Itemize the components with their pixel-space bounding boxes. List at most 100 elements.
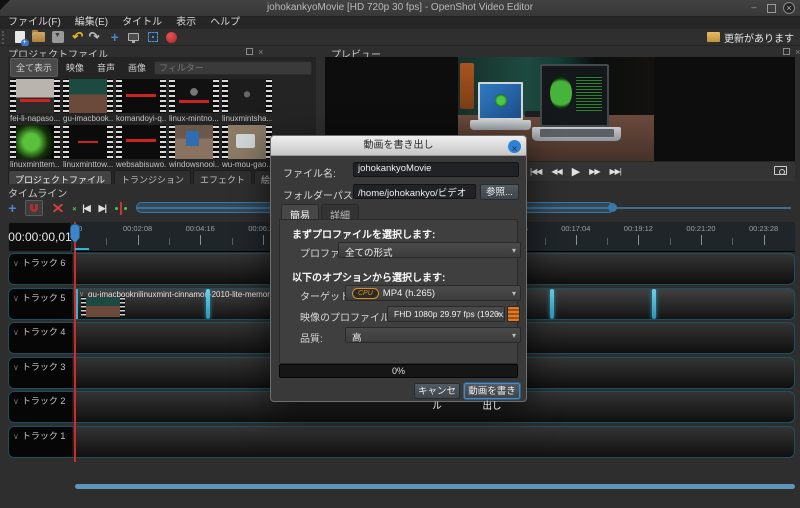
rewind-button[interactable]: ◀◀ (551, 167, 561, 176)
filter-tab-2[interactable]: 音声 (92, 59, 120, 76)
export-video-button[interactable] (162, 30, 181, 45)
panel-tab-2[interactable]: エフェクト (193, 170, 252, 184)
timeline-horizontal-scrollbar[interactable] (75, 484, 795, 489)
track-name: トラック 3 (22, 362, 66, 372)
file-thumbnail[interactable]: linuxminttow... (63, 125, 113, 169)
clip-edge-marker[interactable] (550, 289, 554, 319)
chevron-down-icon[interactable]: ∨ (13, 363, 19, 372)
track-label[interactable]: ∨トラック 5 (9, 289, 73, 319)
slider-handle[interactable] (608, 203, 617, 212)
open-project-button[interactable] (29, 30, 48, 45)
menu-item-edit[interactable]: 編集(E) (75, 17, 108, 29)
playhead-line[interactable] (74, 222, 76, 462)
file-thumbnail-name: linuxmintsha... (222, 114, 272, 123)
filter-input[interactable] (154, 61, 312, 75)
folder-path-input[interactable]: /home/johokankyo/ビデオ (353, 184, 476, 199)
close-panel-icon[interactable]: × (258, 48, 263, 56)
filter-tab-0[interactable]: 全て表示 (10, 58, 58, 77)
quality-select[interactable]: 高 (345, 327, 521, 343)
main-toolbar: ↶ ↶ + 更新があります (0, 29, 800, 46)
save-project-button[interactable] (48, 30, 67, 45)
play-button[interactable]: ▶ (572, 165, 579, 178)
jump-end-button[interactable]: ▶▶| (609, 167, 620, 176)
fast-forward-button[interactable]: ▶▶ (589, 167, 599, 176)
profile-select[interactable]: 全ての形式 (338, 242, 521, 258)
panel-header-row: プロジェクトファイル × プレビュー × (0, 46, 800, 57)
chevron-down-icon[interactable]: ∨ (13, 397, 19, 406)
playhead-icon (120, 202, 122, 215)
close-panel-icon[interactable]: × (795, 48, 800, 56)
window-close-button[interactable]: × (783, 2, 795, 14)
razor-tool-button[interactable] (52, 202, 64, 214)
export-confirm-button[interactable]: 動画を書き出し (464, 383, 520, 399)
file-thumbnail[interactable]: gu-imacbook... (63, 79, 113, 123)
new-project-button[interactable] (10, 30, 29, 45)
ruler-minor-tick (232, 238, 233, 245)
file-thumbnail[interactable]: windowsnooi... (169, 125, 219, 169)
window-title: johokankyoMovie [HD 720p 30 fps] - OpenS… (0, 2, 800, 13)
chevron-down-icon[interactable]: ∨ (13, 259, 19, 268)
undo-button[interactable]: ↶ (67, 30, 86, 45)
file-thumbnail[interactable]: linuxmintsha... (222, 79, 272, 123)
chevron-down-icon[interactable]: ∨ (13, 294, 19, 303)
file-name-input[interactable]: johokankyoMovie (353, 162, 519, 177)
clip-edge-marker[interactable] (206, 289, 210, 319)
menu-item-title[interactable]: タイトル (122, 17, 162, 29)
filter-tab-3[interactable]: 画像 (123, 59, 151, 76)
choose-profile-button[interactable] (124, 30, 143, 45)
fullscreen-icon (148, 32, 158, 42)
snapping-toggle-button[interactable] (25, 200, 43, 216)
jump-start-button[interactable]: |◀◀ (530, 167, 541, 176)
menu-item-file[interactable]: ファイル(F) (8, 17, 61, 29)
track-label[interactable]: ∨トラック 4 (9, 323, 73, 353)
file-thumbnail[interactable]: wu-mou-gao... (222, 125, 272, 169)
track-label[interactable]: ∨トラック 3 (9, 358, 73, 388)
file-thumbnail[interactable]: fei-li-napaso... (10, 79, 60, 123)
window-maximize-button[interactable] (767, 4, 776, 13)
filter-tab-1[interactable]: 映像 (61, 59, 89, 76)
open-folder-icon (32, 32, 45, 42)
ruler-tick-label: 00:19:12 (624, 224, 653, 233)
snapshot-camera-icon[interactable] (774, 166, 787, 175)
cancel-button[interactable]: キャンセル (414, 383, 460, 399)
center-playhead-button[interactable] (115, 202, 127, 215)
panel-tab-1[interactable]: トランジション (114, 170, 191, 184)
track-label[interactable]: ∨トラック 2 (9, 392, 73, 422)
target-select[interactable]: CPUMP4 (h.265) (345, 285, 521, 301)
update-notification[interactable]: 更新があります (707, 30, 800, 45)
file-thumbnail[interactable]: komandoyi-q... (116, 79, 166, 123)
video-profile-label: 映像のプロファイル: (300, 309, 393, 324)
file-thumbnail[interactable]: linux-mintno... (169, 79, 219, 123)
redo-button[interactable]: ↶ (86, 30, 105, 45)
track-label[interactable]: ∨トラック 1 (9, 427, 73, 457)
preview-photo-laptop-left-screen (478, 82, 523, 120)
ruler-tick-label: 00:02:08 (123, 224, 152, 233)
chevron-down-icon[interactable]: ∨ (13, 432, 19, 441)
menu-item-view[interactable]: 表示 (176, 17, 196, 29)
float-panel-icon[interactable] (246, 48, 253, 55)
red-text-mark (126, 94, 156, 97)
chevron-down-icon[interactable]: ∨ (13, 328, 19, 337)
next-marker-button[interactable]: ▶| (99, 203, 106, 214)
panel-tab-0[interactable]: プロジェクトファイル (8, 170, 112, 184)
profile-section-label: まずプロファイルを選択します: (292, 226, 435, 241)
toolbar-drag-handle[interactable] (2, 31, 6, 44)
clip-edge-marker[interactable] (652, 289, 656, 319)
file-thumbnail[interactable]: linuxminttem... (10, 125, 60, 169)
dialog-close-button[interactable]: × (508, 140, 521, 153)
browse-button[interactable]: 参照... (480, 184, 519, 200)
video-profile-select[interactable]: FHD 1080p 29.97 fps (1920x1080) (387, 306, 505, 322)
dialog-title: 動画を書き出し (271, 136, 526, 156)
menu-item-help[interactable]: ヘルプ (210, 17, 240, 29)
edit-profile-button[interactable] (507, 306, 520, 322)
float-panel-icon[interactable] (783, 48, 790, 55)
window-minimize-button[interactable]: – (748, 2, 760, 14)
previous-marker-button[interactable]: |◀ (82, 203, 89, 214)
fullscreen-button[interactable] (143, 30, 162, 45)
update-icon (707, 32, 720, 42)
file-thumbnail[interactable]: websabisuwo... (116, 125, 166, 169)
import-files-button[interactable]: + (105, 30, 124, 45)
add-track-button[interactable]: + (8, 200, 16, 216)
track-label[interactable]: ∨トラック 6 (9, 254, 73, 284)
ruler-tick (576, 235, 577, 245)
